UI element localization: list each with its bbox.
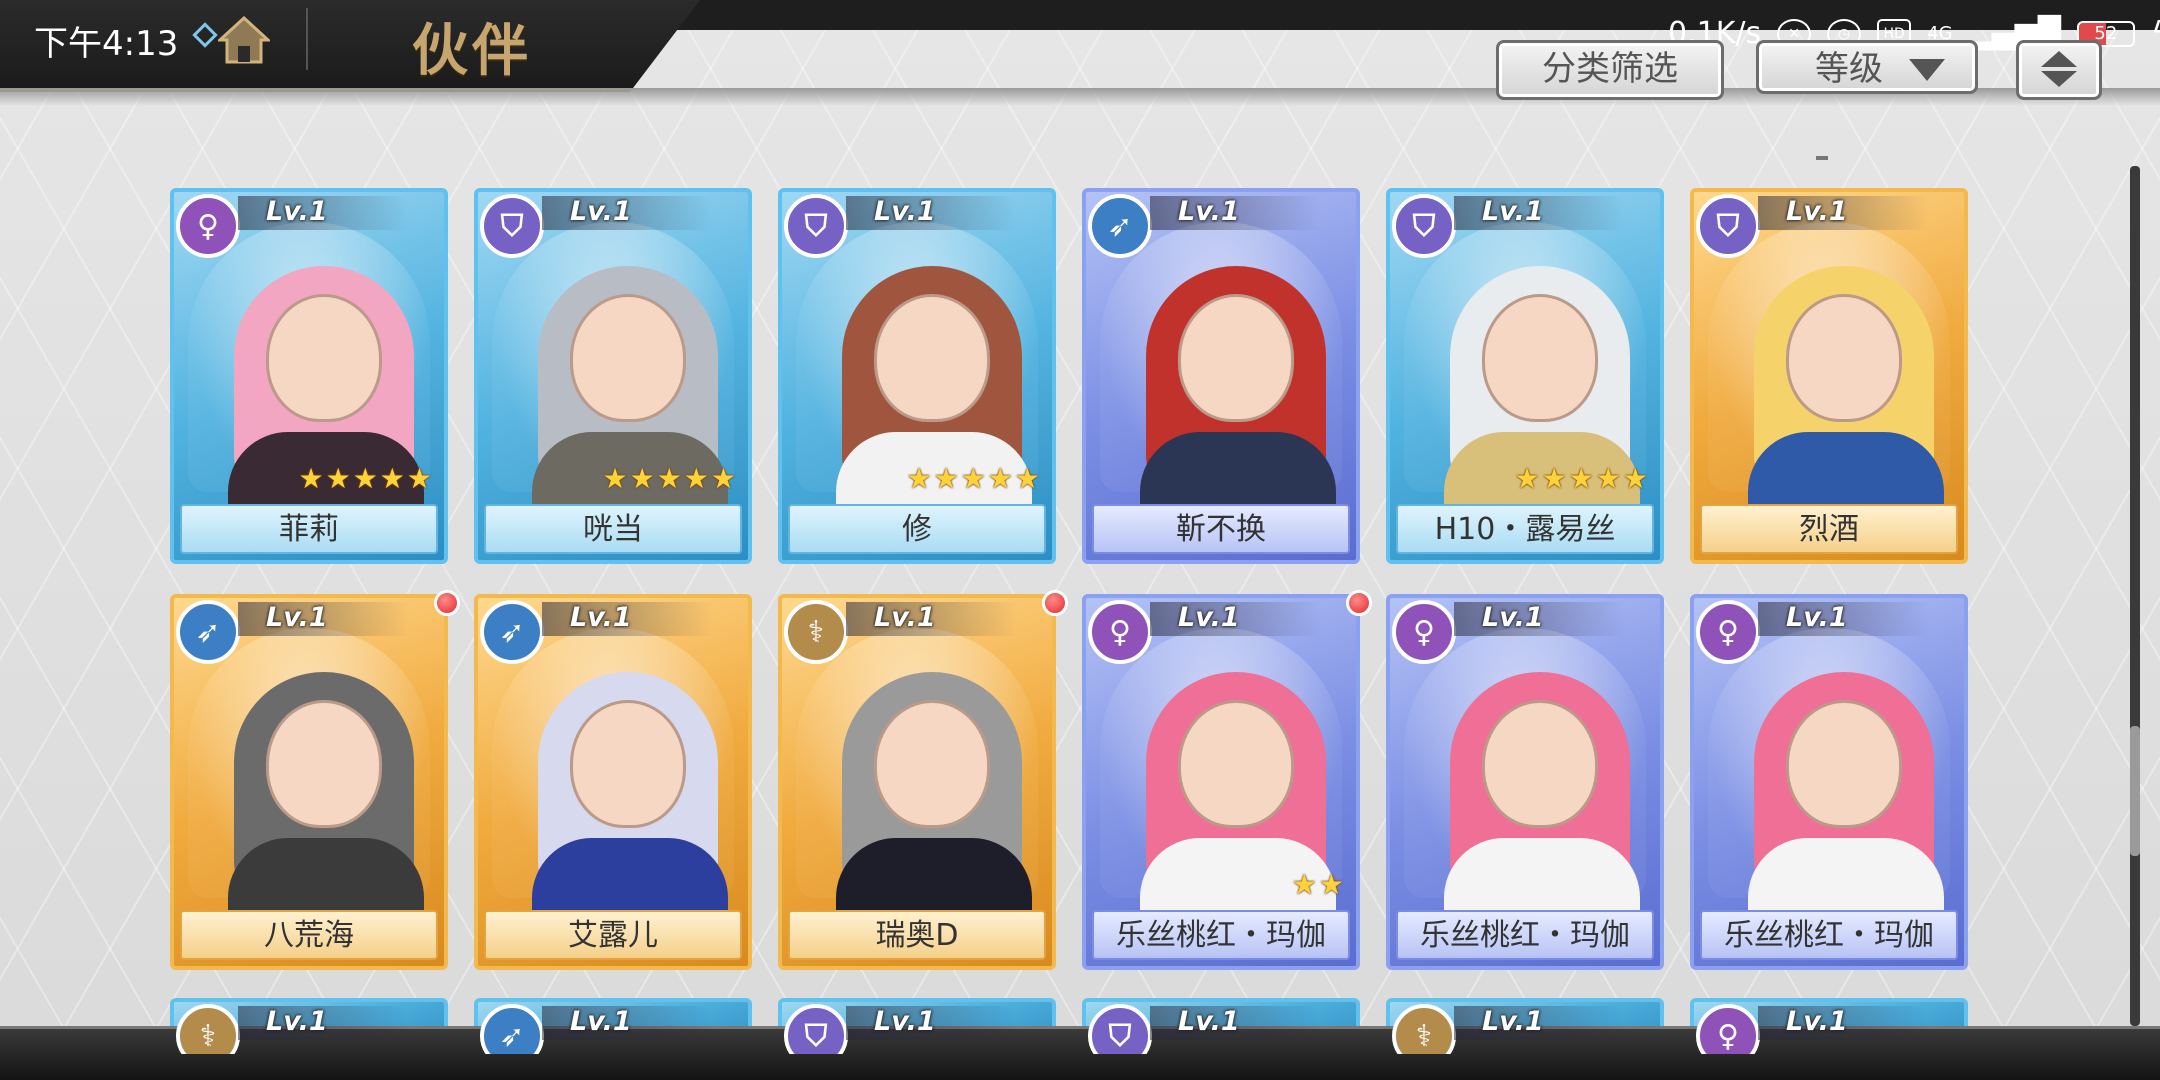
sort-level-label: 等级 [1815, 49, 1883, 89]
partner-card[interactable]: ⛉ Lv.1 ★★★★★ H10・露易丝 [1386, 188, 1664, 564]
partner-level: Lv.1 [846, 1006, 1016, 1040]
sigil-icon: ♀ [176, 194, 240, 258]
shield-icon: ⛉ [480, 194, 544, 258]
partner-name: H10・露易丝 [1396, 504, 1654, 554]
sort-up-icon [2041, 51, 2077, 67]
filter-button[interactable]: 分类筛选 [1496, 40, 1724, 100]
partner-level: Lv.1 [1150, 1006, 1320, 1040]
partner-name: 咣当 [484, 504, 742, 554]
partner-portrait [492, 628, 734, 958]
scroll-thumb[interactable] [2130, 726, 2140, 856]
sort-down-icon [2041, 71, 2077, 87]
partner-card[interactable]: ♀ Lv.1 乐丝桃红・玛伽 [1386, 594, 1664, 970]
partner-name: 修 [788, 504, 1046, 554]
partner-screen: 下午4:13 伙伴 0.1K/s ✕ ◷ HD 4G ▂▄▆█ 52 ϟ 分类筛… [0, 0, 2160, 1080]
partner-card[interactable]: ➶ Lv.1 八荒海 [170, 594, 448, 970]
partner-name: 乐丝桃红・玛伽 [1700, 910, 1958, 960]
sigil-icon: ♀ [1088, 600, 1152, 664]
partner-name: 烈酒 [1700, 504, 1958, 554]
partner-level: Lv.1 [846, 196, 1016, 230]
partner-level: Lv.1 [1758, 196, 1928, 230]
new-indicator-dot [1042, 590, 1068, 616]
star-rating: ★★★★★ [906, 462, 1042, 495]
partner-level: Lv.1 [1150, 602, 1320, 636]
partner-card[interactable]: ⛉ Lv.1 烈酒 [1690, 188, 1968, 564]
partner-level: Lv.1 [1758, 602, 1928, 636]
bow-icon: ➶ [1088, 194, 1152, 258]
home-icon[interactable] [218, 16, 270, 64]
partner-portrait [492, 222, 734, 552]
sigil-icon: ♀ [1696, 600, 1760, 664]
partner-level: Lv.1 [238, 1006, 408, 1040]
shield-icon: ⛉ [1392, 194, 1456, 258]
partner-name: 靳不换 [1092, 504, 1350, 554]
status-time: 下午4:13 [34, 24, 179, 64]
partner-portrait [1404, 628, 1646, 958]
partner-portrait [1708, 222, 1950, 552]
sigil-icon: ♀ [1696, 1004, 1760, 1054]
new-indicator-dot [1346, 590, 1372, 616]
shield-icon: ⛉ [1696, 194, 1760, 258]
partner-level: Lv.1 [238, 602, 408, 636]
shield-icon: ⛉ [784, 1004, 848, 1054]
partner-card[interactable]: ⚕ Lv.1 瑞奥D [778, 594, 1056, 970]
partner-name: 乐丝桃红・玛伽 [1396, 910, 1654, 960]
partner-level: Lv.1 [1454, 602, 1624, 636]
partner-name: 艾露儿 [484, 910, 742, 960]
star-rating: ★★ [1291, 868, 1346, 901]
partner-name: 瑞奥D [788, 910, 1046, 960]
partner-level: Lv.1 [542, 602, 712, 636]
sort-level-dropdown[interactable]: 等级 [1756, 40, 1978, 94]
star-rating: ★★★★★ [298, 462, 434, 495]
charging-icon: ϟ [2151, 16, 2160, 51]
shield-icon: ⛉ [1088, 1004, 1152, 1054]
partner-level: Lv.1 [1150, 196, 1320, 230]
partner-level: Lv.1 [542, 1006, 712, 1040]
partner-portrait [796, 628, 1038, 958]
bow-icon: ➶ [176, 600, 240, 664]
partner-level: Lv.1 [542, 196, 712, 230]
staff-icon: ⚕ [1392, 1004, 1456, 1054]
bow-icon: ➶ [480, 600, 544, 664]
sigil-icon: ♀ [1392, 600, 1456, 664]
shield-icon: ⛉ [784, 194, 848, 258]
partner-level: Lv.1 [1758, 1006, 1928, 1040]
partner-portrait [1404, 222, 1646, 552]
chevron-down-icon [1909, 59, 1945, 81]
partner-card[interactable]: ⛉ Lv.1 ★★★★★ 修 [778, 188, 1056, 564]
partner-card[interactable]: ♀ Lv.1 ★★ 乐丝桃红・玛伽 [1082, 594, 1360, 970]
star-rating: ★★★★★ [1514, 462, 1650, 495]
partner-level: Lv.1 [1454, 196, 1624, 230]
new-indicator-dot [434, 590, 460, 616]
partner-card[interactable]: ➶ Lv.1 靳不换 [1082, 188, 1360, 564]
partner-name: 乐丝桃红・玛伽 [1092, 910, 1350, 960]
top-bar: 下午4:13 伙伴 0.1K/s ✕ ◷ HD 4G ▂▄▆█ 52 ϟ 分类筛… [0, 0, 2160, 110]
partner-portrait [188, 222, 430, 552]
scrollbar[interactable] [2130, 166, 2140, 1026]
partner-portrait [1100, 222, 1342, 552]
partner-name: 八荒海 [180, 910, 438, 960]
bow-icon: ➶ [480, 1004, 544, 1054]
partner-level: Lv.1 [238, 196, 408, 230]
partner-name: 菲莉 [180, 504, 438, 554]
staff-icon: ⚕ [176, 1004, 240, 1054]
partner-card[interactable]: ♀ Lv.1 ★★★★★ 菲莉 [170, 188, 448, 564]
partner-portrait [1100, 628, 1342, 958]
partner-card[interactable]: ⛉ Lv.1 ★★★★★ 咣当 [474, 188, 752, 564]
staff-icon: ⚕ [784, 600, 848, 664]
page-title: 伙伴 [412, 18, 532, 84]
partner-level: Lv.1 [1454, 1006, 1624, 1040]
partner-card[interactable]: ➶ Lv.1 艾露儿 [474, 594, 752, 970]
star-rating: ★★★★★ [602, 462, 738, 495]
sort-order-button[interactable] [2016, 40, 2102, 100]
partner-portrait [796, 222, 1038, 552]
partner-level: Lv.1 [846, 602, 1016, 636]
partner-card[interactable]: ♀ Lv.1 乐丝桃红・玛伽 [1690, 594, 1968, 970]
partner-portrait [188, 628, 430, 958]
partner-portrait [1708, 628, 1950, 958]
